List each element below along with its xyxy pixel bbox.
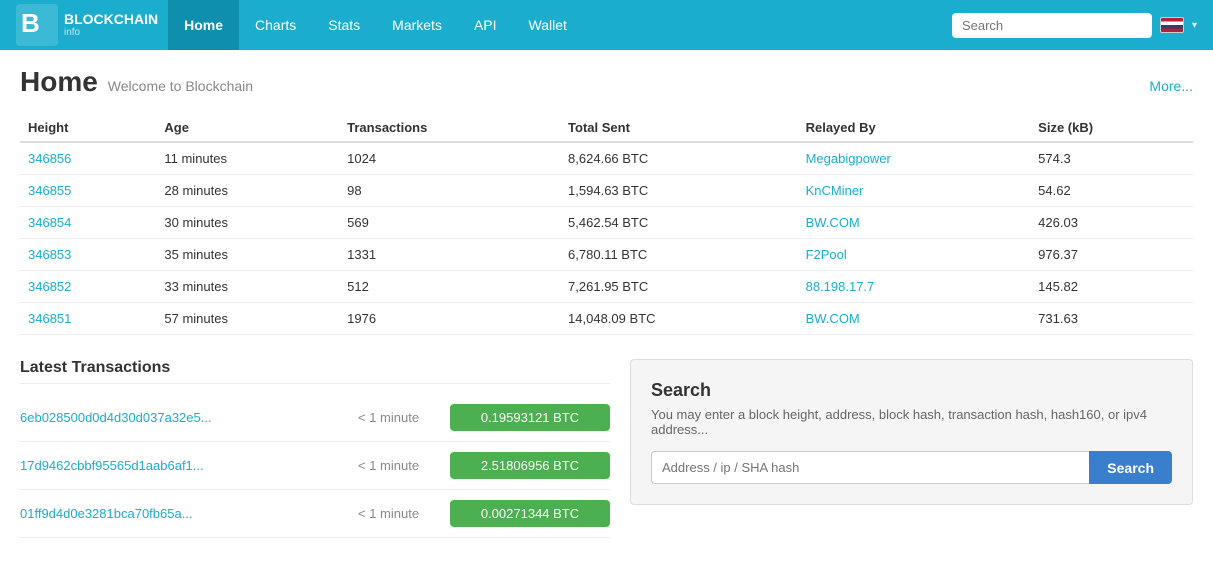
block-height-link[interactable]: 346854 bbox=[28, 215, 71, 230]
search-panel: Search You may enter a block height, add… bbox=[630, 359, 1193, 505]
search-panel-title: Search bbox=[651, 380, 1172, 401]
svg-text:B: B bbox=[21, 8, 40, 38]
block-age: 33 minutes bbox=[156, 271, 339, 303]
navbar-search-input[interactable] bbox=[952, 13, 1152, 38]
block-height-link[interactable]: 346851 bbox=[28, 311, 71, 326]
nav-stats[interactable]: Stats bbox=[312, 0, 376, 50]
nav-api[interactable]: API bbox=[458, 0, 513, 50]
nav-home[interactable]: Home bbox=[168, 0, 239, 50]
table-row: 346855 28 minutes 98 1,594.63 BTC KnCMin… bbox=[20, 175, 1193, 207]
tx-hash-link[interactable]: 6eb028500d0d4d30d037a32e5... bbox=[20, 410, 346, 425]
block-transactions: 1024 bbox=[339, 142, 560, 175]
col-transactions: Transactions bbox=[339, 114, 560, 142]
transaction-row: 17d9462cbbf95565d1aab6af1... < 1 minute … bbox=[20, 442, 610, 490]
brand[interactable]: B BLOCKCHAIN info bbox=[16, 4, 158, 46]
block-relayed-by-link[interactable]: Megabigpower bbox=[806, 151, 891, 166]
block-age: 35 minutes bbox=[156, 239, 339, 271]
block-total-sent: 7,261.95 BTC bbox=[560, 271, 798, 303]
col-total-sent: Total Sent bbox=[560, 114, 798, 142]
language-dropdown-icon[interactable]: ▾ bbox=[1192, 20, 1197, 31]
block-size: 731.63 bbox=[1030, 303, 1193, 335]
block-relayed-by-link[interactable]: BW.COM bbox=[806, 311, 860, 326]
block-age: 28 minutes bbox=[156, 175, 339, 207]
block-relayed-by-link[interactable]: F2Pool bbox=[806, 247, 847, 262]
block-transactions: 1331 bbox=[339, 239, 560, 271]
block-height-link[interactable]: 346855 bbox=[28, 183, 71, 198]
col-height: Height bbox=[20, 114, 156, 142]
blockchain-logo: B bbox=[16, 4, 58, 46]
block-relayed-by-link[interactable]: 88.198.17.7 bbox=[806, 279, 875, 294]
block-size: 145.82 bbox=[1030, 271, 1193, 303]
nav-wallet[interactable]: Wallet bbox=[513, 0, 583, 50]
block-transactions: 512 bbox=[339, 271, 560, 303]
block-height-link[interactable]: 346856 bbox=[28, 151, 71, 166]
bottom-section: Latest Transactions 6eb028500d0d4d30d037… bbox=[20, 359, 1193, 538]
page-subtitle: Welcome to Blockchain bbox=[108, 78, 253, 94]
block-total-sent: 8,624.66 BTC bbox=[560, 142, 798, 175]
navbar: B BLOCKCHAIN info Home Charts Stats Mark… bbox=[0, 0, 1213, 50]
page-header: Home Welcome to Blockchain More... bbox=[20, 66, 1193, 98]
block-transactions: 1976 bbox=[339, 303, 560, 335]
block-total-sent: 14,048.09 BTC bbox=[560, 303, 798, 335]
block-relayed-by-link[interactable]: BW.COM bbox=[806, 215, 860, 230]
latest-transactions: Latest Transactions 6eb028500d0d4d30d037… bbox=[20, 359, 610, 538]
table-row: 346852 33 minutes 512 7,261.95 BTC 88.19… bbox=[20, 271, 1193, 303]
tx-time: < 1 minute bbox=[358, 458, 438, 473]
block-size: 426.03 bbox=[1030, 207, 1193, 239]
block-age: 57 minutes bbox=[156, 303, 339, 335]
table-row: 346853 35 minutes 1331 6,780.11 BTC F2Po… bbox=[20, 239, 1193, 271]
transaction-row: 01ff9d4d0e3281bca70fb65a... < 1 minute 0… bbox=[20, 490, 610, 538]
block-height-link[interactable]: 346853 bbox=[28, 247, 71, 262]
col-relayed-by: Relayed By bbox=[798, 114, 1031, 142]
transaction-row: 6eb028500d0d4d30d037a32e5... < 1 minute … bbox=[20, 394, 610, 442]
nav-markets[interactable]: Markets bbox=[376, 0, 458, 50]
tx-time: < 1 minute bbox=[358, 506, 438, 521]
table-row: 346856 11 minutes 1024 8,624.66 BTC Mega… bbox=[20, 142, 1193, 175]
block-age: 11 minutes bbox=[156, 142, 339, 175]
tx-hash-link[interactable]: 01ff9d4d0e3281bca70fb65a... bbox=[20, 506, 346, 521]
page-header-left: Home Welcome to Blockchain bbox=[20, 66, 253, 98]
navbar-search-area: ▾ bbox=[952, 13, 1197, 38]
block-height-link[interactable]: 346852 bbox=[28, 279, 71, 294]
more-link[interactable]: More... bbox=[1149, 78, 1193, 94]
block-transactions: 569 bbox=[339, 207, 560, 239]
blocks-table: Height Age Transactions Total Sent Relay… bbox=[20, 114, 1193, 335]
block-size: 976.37 bbox=[1030, 239, 1193, 271]
page-title: Home bbox=[20, 66, 98, 98]
search-panel-description: You may enter a block height, address, b… bbox=[651, 407, 1172, 437]
search-address-input[interactable] bbox=[651, 451, 1089, 484]
col-size: Size (kB) bbox=[1030, 114, 1193, 142]
block-total-sent: 6,780.11 BTC bbox=[560, 239, 798, 271]
tx-hash-link[interactable]: 17d9462cbbf95565d1aab6af1... bbox=[20, 458, 346, 473]
transaction-list: 6eb028500d0d4d30d037a32e5... < 1 minute … bbox=[20, 394, 610, 538]
language-flag-icon[interactable] bbox=[1160, 17, 1184, 33]
tx-time: < 1 minute bbox=[358, 410, 438, 425]
search-input-row: Search bbox=[651, 451, 1172, 484]
tx-amount: 2.51806956 BTC bbox=[450, 452, 610, 479]
main-nav: Home Charts Stats Markets API Wallet bbox=[168, 0, 952, 50]
table-row: 346854 30 minutes 569 5,462.54 BTC BW.CO… bbox=[20, 207, 1193, 239]
block-transactions: 98 bbox=[339, 175, 560, 207]
nav-charts[interactable]: Charts bbox=[239, 0, 312, 50]
block-size: 574.3 bbox=[1030, 142, 1193, 175]
block-total-sent: 5,462.54 BTC bbox=[560, 207, 798, 239]
block-total-sent: 1,594.63 BTC bbox=[560, 175, 798, 207]
tx-amount: 0.19593121 BTC bbox=[450, 404, 610, 431]
block-age: 30 minutes bbox=[156, 207, 339, 239]
block-relayed-by-link[interactable]: KnCMiner bbox=[806, 183, 864, 198]
main-content: Home Welcome to Blockchain More... Heigh… bbox=[0, 50, 1213, 554]
tx-amount: 0.00271344 BTC bbox=[450, 500, 610, 527]
col-age: Age bbox=[156, 114, 339, 142]
brand-text: BLOCKCHAIN info bbox=[64, 12, 158, 38]
block-size: 54.62 bbox=[1030, 175, 1193, 207]
search-button[interactable]: Search bbox=[1089, 451, 1172, 484]
latest-transactions-title: Latest Transactions bbox=[20, 359, 610, 384]
table-row: 346851 57 minutes 1976 14,048.09 BTC BW.… bbox=[20, 303, 1193, 335]
